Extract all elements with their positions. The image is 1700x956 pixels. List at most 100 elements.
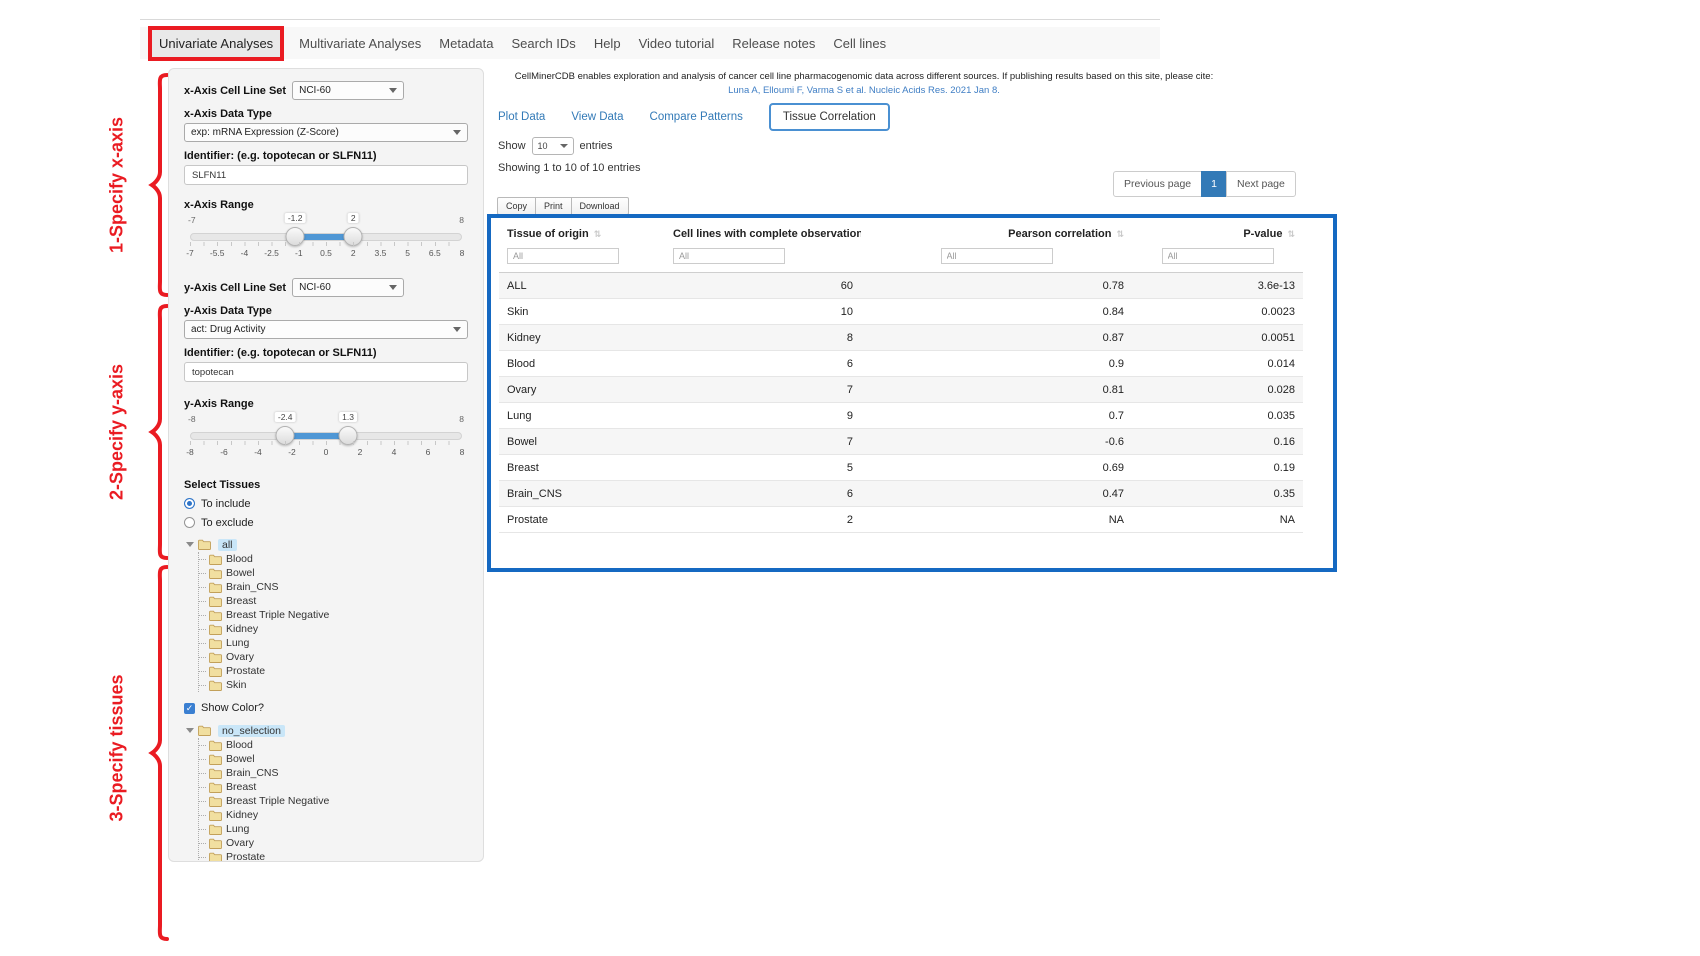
color-tree-item-ovary[interactable]: Ovary bbox=[199, 836, 468, 850]
table-row[interactable]: ALL600.783.6e-13 bbox=[499, 273, 1303, 299]
tab-view-data[interactable]: View Data bbox=[571, 111, 623, 123]
tick-label: 8 bbox=[460, 447, 465, 457]
x-identifier-input[interactable] bbox=[184, 165, 468, 185]
table-row[interactable]: Bowel7-0.60.16 bbox=[499, 429, 1303, 455]
column-header-tissue-of-origin[interactable]: Tissue of origin⇅ bbox=[499, 220, 665, 246]
tab-tissue-correlation[interactable]: Tissue Correlation bbox=[769, 103, 890, 131]
print-button[interactable]: Print bbox=[535, 197, 572, 215]
column-filter-input-pearson-correlation[interactable] bbox=[941, 248, 1053, 264]
color-tree-item-brain-cns[interactable]: Brain_CNS bbox=[199, 766, 468, 780]
table-cell: 10 bbox=[665, 299, 861, 325]
include-tree-item-bowel[interactable]: Bowel bbox=[199, 566, 468, 580]
table-row[interactable]: Prostate2NANA bbox=[499, 507, 1303, 533]
nav-item-help[interactable]: Help bbox=[585, 36, 630, 51]
y-identifier-input[interactable] bbox=[184, 362, 468, 382]
x-range-slider[interactable]: -7 8 -1.2 2 -7-5.5-4-2.5-10.523.556.58 bbox=[190, 214, 462, 262]
previous-page-button[interactable]: Previous page bbox=[1113, 171, 1202, 197]
page-number-button[interactable]: 1 bbox=[1201, 171, 1227, 197]
radio-label: To include bbox=[201, 498, 251, 510]
tree-item-label: Brain_CNS bbox=[226, 581, 279, 593]
slider-to-value: 2 bbox=[348, 213, 359, 223]
show-color-row[interactable]: Show Color? bbox=[184, 701, 468, 715]
sort-icon[interactable]: ⇅ bbox=[1287, 229, 1295, 239]
table-row[interactable]: Ovary70.810.028 bbox=[499, 377, 1303, 403]
table-row[interactable]: Lung90.70.035 bbox=[499, 403, 1303, 429]
column-header-pearson-correlation[interactable]: Pearson correlation⇅ bbox=[861, 220, 1132, 246]
nav-item-multivariate-analyses[interactable]: Multivariate Analyses bbox=[290, 36, 430, 51]
color-tree-item-prostate[interactable]: Prostate bbox=[199, 850, 468, 862]
tree-item-label: Prostate bbox=[226, 851, 265, 862]
nav-item-metadata[interactable]: Metadata bbox=[430, 36, 502, 51]
tissue-scope-option-to-exclude[interactable]: To exclude bbox=[184, 516, 468, 529]
table-row[interactable]: Kidney80.870.0051 bbox=[499, 325, 1303, 351]
y-cell-line-set-select[interactable]: NCI-60 bbox=[292, 278, 404, 297]
collapse-arrow-icon[interactable] bbox=[186, 542, 194, 547]
slider-tickmarks bbox=[190, 242, 462, 246]
nav-item-cell-lines[interactable]: Cell lines bbox=[824, 36, 895, 51]
include-tree-item-breast[interactable]: Breast bbox=[199, 594, 468, 608]
tree-item-label: Breast Triple Negative bbox=[226, 795, 329, 807]
radio-icon[interactable] bbox=[184, 517, 195, 528]
include-tree-item-breast-triple-negative[interactable]: Breast Triple Negative bbox=[199, 608, 468, 622]
color-tree-item-kidney[interactable]: Kidney bbox=[199, 808, 468, 822]
folder-icon bbox=[209, 680, 222, 691]
column-filter-input-tissue-of-origin[interactable] bbox=[507, 248, 619, 264]
include-tree-root[interactable]: all bbox=[186, 537, 468, 552]
citation-link[interactable]: Luna A, Elloumi F, Varma S et al. Nuclei… bbox=[490, 85, 1238, 96]
table-filter-row bbox=[499, 246, 1303, 273]
include-tree-item-blood[interactable]: Blood bbox=[199, 552, 468, 566]
y-range-slider[interactable]: -8 8 -2.4 1.3 -8-6-4-202468 bbox=[190, 413, 462, 461]
color-tree-item-bowel[interactable]: Bowel bbox=[199, 752, 468, 766]
table-cell: Bowel bbox=[499, 429, 665, 455]
sort-icon[interactable]: ⇅ bbox=[594, 229, 602, 239]
copy-button[interactable]: Copy bbox=[497, 197, 536, 215]
tree-item-label: Bowel bbox=[226, 567, 255, 579]
table-cell: Kidney bbox=[499, 325, 665, 351]
column-header-p-value[interactable]: P-value⇅ bbox=[1132, 220, 1303, 246]
color-tree-root[interactable]: no_selection bbox=[186, 723, 468, 738]
folder-icon bbox=[198, 539, 211, 550]
table-cell: NA bbox=[861, 507, 1132, 533]
table-cell: Brain_CNS bbox=[499, 481, 665, 507]
include-tree-item-ovary[interactable]: Ovary bbox=[199, 650, 468, 664]
page-length-select[interactable]: 10 bbox=[532, 137, 574, 155]
tick-label: -4 bbox=[254, 447, 262, 457]
show-color-checkbox[interactable] bbox=[184, 703, 195, 714]
tissue-scope-option-to-include[interactable]: To include bbox=[184, 497, 468, 510]
table-row[interactable]: Breast50.690.19 bbox=[499, 455, 1303, 481]
color-tree-item-breast-triple-negative[interactable]: Breast Triple Negative bbox=[199, 794, 468, 808]
tab-plot-data[interactable]: Plot Data bbox=[498, 111, 545, 123]
color-tree-item-breast[interactable]: Breast bbox=[199, 780, 468, 794]
collapse-arrow-icon[interactable] bbox=[186, 728, 194, 733]
color-tree-item-blood[interactable]: Blood bbox=[199, 738, 468, 752]
y-data-type-select[interactable]: act: Drug Activity bbox=[184, 320, 468, 339]
radio-icon[interactable] bbox=[184, 498, 195, 509]
x-cell-line-set-select[interactable]: NCI-60 bbox=[292, 81, 404, 100]
nav-item-search-ids[interactable]: Search IDs bbox=[503, 36, 585, 51]
table-annotation-box: Tissue of origin⇅Cell lines with complet… bbox=[487, 214, 1337, 572]
color-tree-item-lung[interactable]: Lung bbox=[199, 822, 468, 836]
column-filter-input-p-value[interactable] bbox=[1162, 248, 1274, 264]
column-filter-input-cell-lines-with-complete-observations[interactable] bbox=[673, 248, 785, 264]
include-tree-item-kidney[interactable]: Kidney bbox=[199, 622, 468, 636]
table-row[interactable]: Blood60.90.014 bbox=[499, 351, 1303, 377]
nav-item-release-notes[interactable]: Release notes bbox=[723, 36, 824, 51]
include-tree-item-brain-cns[interactable]: Brain_CNS bbox=[199, 580, 468, 594]
table-row[interactable]: Skin100.840.0023 bbox=[499, 299, 1303, 325]
nav-item-univariate-analyses[interactable]: Univariate Analyses bbox=[148, 26, 284, 61]
include-tree-item-skin[interactable]: Skin bbox=[199, 678, 468, 692]
table-row[interactable]: Brain_CNS60.470.35 bbox=[499, 481, 1303, 507]
include-tree-item-lung[interactable]: Lung bbox=[199, 636, 468, 650]
next-page-button[interactable]: Next page bbox=[1226, 171, 1296, 197]
column-header-cell-lines-with-complete-observations[interactable]: Cell lines with complete observations⇅ bbox=[665, 220, 861, 246]
folder-icon bbox=[209, 554, 222, 565]
tick-label: 6.5 bbox=[429, 248, 441, 258]
table-cell: 0.19 bbox=[1132, 455, 1303, 481]
download-button[interactable]: Download bbox=[571, 197, 629, 215]
nav-item-video-tutorial[interactable]: Video tutorial bbox=[630, 36, 724, 51]
sort-icon[interactable]: ⇅ bbox=[1116, 229, 1124, 239]
include-tree-item-prostate[interactable]: Prostate bbox=[199, 664, 468, 678]
tab-compare-patterns[interactable]: Compare Patterns bbox=[650, 111, 743, 123]
x-data-type-label: x-Axis Data Type bbox=[184, 108, 468, 120]
x-data-type-select[interactable]: exp: mRNA Expression (Z-Score) bbox=[184, 123, 468, 142]
